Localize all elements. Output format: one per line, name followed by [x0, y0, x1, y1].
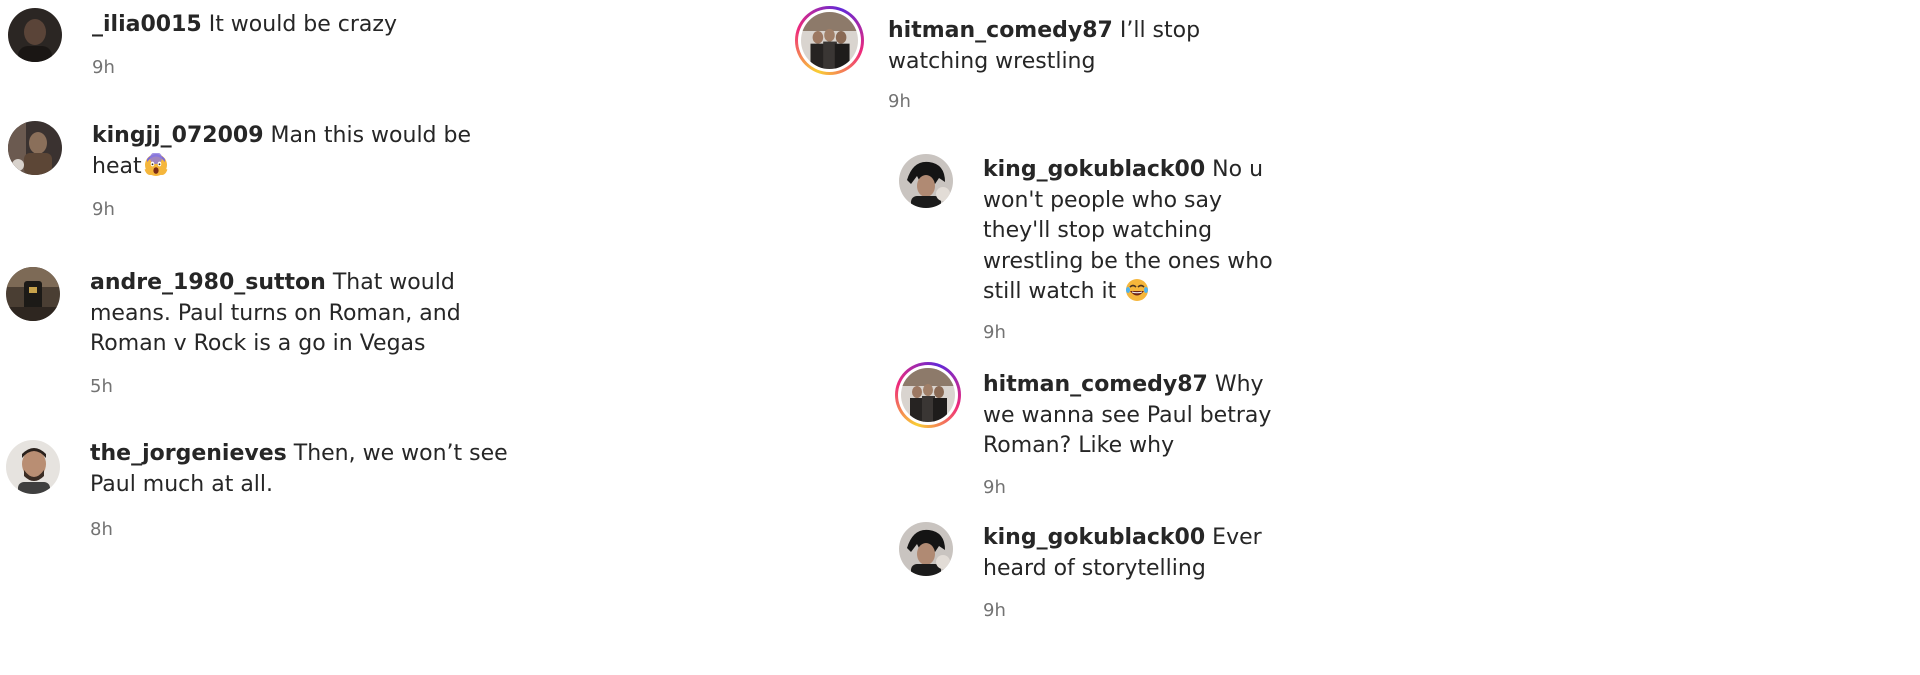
- profile-photo-icon: [8, 8, 62, 62]
- screaming-face-emoji-icon: [144, 151, 168, 177]
- avatar[interactable]: [6, 267, 60, 321]
- avatar[interactable]: [6, 440, 60, 494]
- comment-body: hitman_comedy87 I’ll stop watching wrest…: [888, 16, 1288, 77]
- comment-timestamp[interactable]: 9h: [983, 322, 1006, 343]
- comment-timestamp[interactable]: 9h: [92, 199, 115, 220]
- profile-photo-icon: [899, 522, 953, 576]
- comment-timestamp[interactable]: 9h: [888, 91, 911, 112]
- comment-username[interactable]: hitman_comedy87: [888, 18, 1113, 43]
- avatar[interactable]: [899, 522, 953, 576]
- comment-body: king_gokublack00 No u won't people who s…: [983, 155, 1283, 308]
- comment-username[interactable]: _ilia0015: [92, 12, 202, 37]
- avatar[interactable]: [8, 121, 62, 175]
- comment-timestamp[interactable]: 5h: [90, 376, 113, 397]
- profile-photo-icon: [901, 368, 955, 422]
- comment-body: _ilia0015 It would be crazy: [92, 10, 472, 41]
- profile-photo-icon: [899, 154, 953, 208]
- comment-body: andre_1980_sutton That would means. Paul…: [90, 268, 510, 360]
- comment-timestamp[interactable]: 9h: [92, 57, 115, 78]
- avatar[interactable]: [899, 154, 953, 208]
- comment-body: kingjj_072009 Man this would be heat: [92, 121, 472, 182]
- avatar[interactable]: [8, 8, 62, 62]
- profile-photo-icon: [6, 267, 60, 321]
- comment-username[interactable]: andre_1980_sutton: [90, 270, 326, 295]
- comment-username[interactable]: king_gokublack00: [983, 157, 1205, 182]
- avatar-story-ring[interactable]: [895, 362, 961, 428]
- comment-body: the_jorgenieves Then, we won’t see Paul …: [90, 439, 510, 500]
- comment-username[interactable]: kingjj_072009: [92, 123, 264, 148]
- profile-photo-icon: [6, 440, 60, 494]
- comment-timestamp[interactable]: 9h: [983, 600, 1006, 621]
- comment-body: king_gokublack00 Ever heard of storytell…: [983, 523, 1283, 584]
- comment-username[interactable]: king_gokublack00: [983, 525, 1205, 550]
- profile-photo-icon: [801, 12, 858, 69]
- profile-photo-icon: [8, 121, 62, 175]
- comment-username[interactable]: the_jorgenieves: [90, 441, 287, 466]
- avatar-story-ring[interactable]: [795, 6, 864, 75]
- laughing-tears-emoji-icon: [1125, 278, 1149, 302]
- comment-timestamp[interactable]: 9h: [983, 477, 1006, 498]
- comment-timestamp[interactable]: 8h: [90, 519, 113, 540]
- comment-body: hitman_comedy87 Why we wanna see Paul be…: [983, 370, 1283, 462]
- comment-text: It would be crazy: [208, 12, 397, 37]
- comment-username[interactable]: hitman_comedy87: [983, 372, 1208, 397]
